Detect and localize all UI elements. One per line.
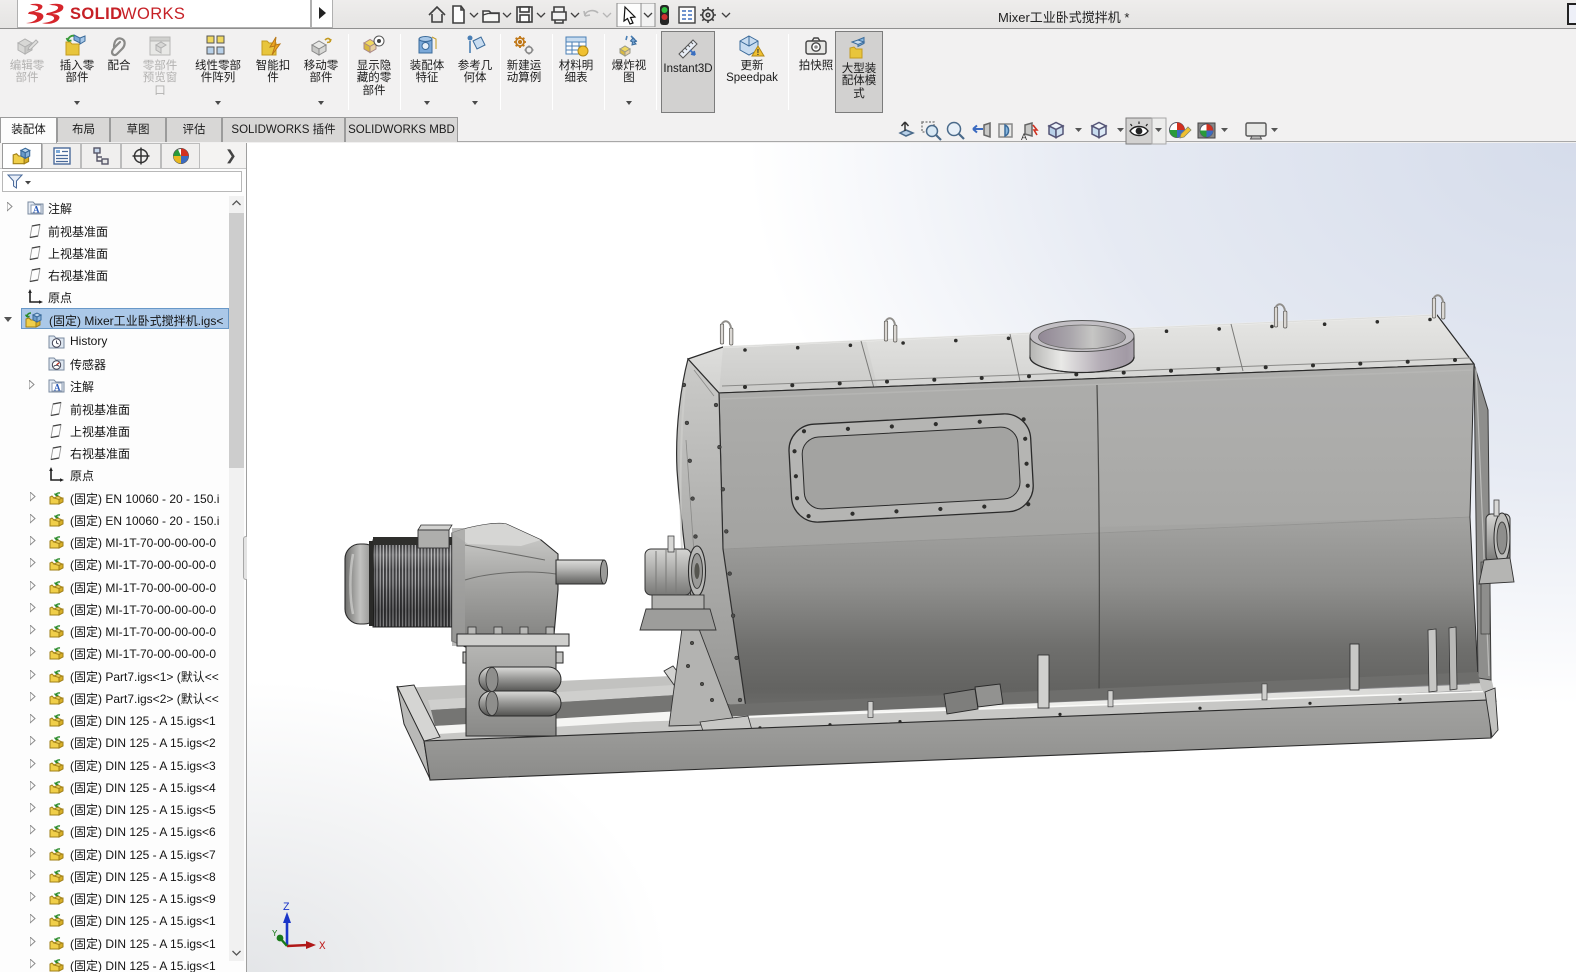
svg-text:Y: Y [272,929,278,939]
svg-text:A: A [33,205,40,215]
svg-text:SOLID: SOLID [70,5,122,23]
svg-text:A: A [1021,132,1027,142]
svg-text:A: A [54,383,61,393]
svg-text:X: X [319,941,326,953]
svg-text:Z: Z [283,902,290,914]
svg-text:!: ! [757,48,760,57]
svg-text:WORKS: WORKS [121,5,185,23]
